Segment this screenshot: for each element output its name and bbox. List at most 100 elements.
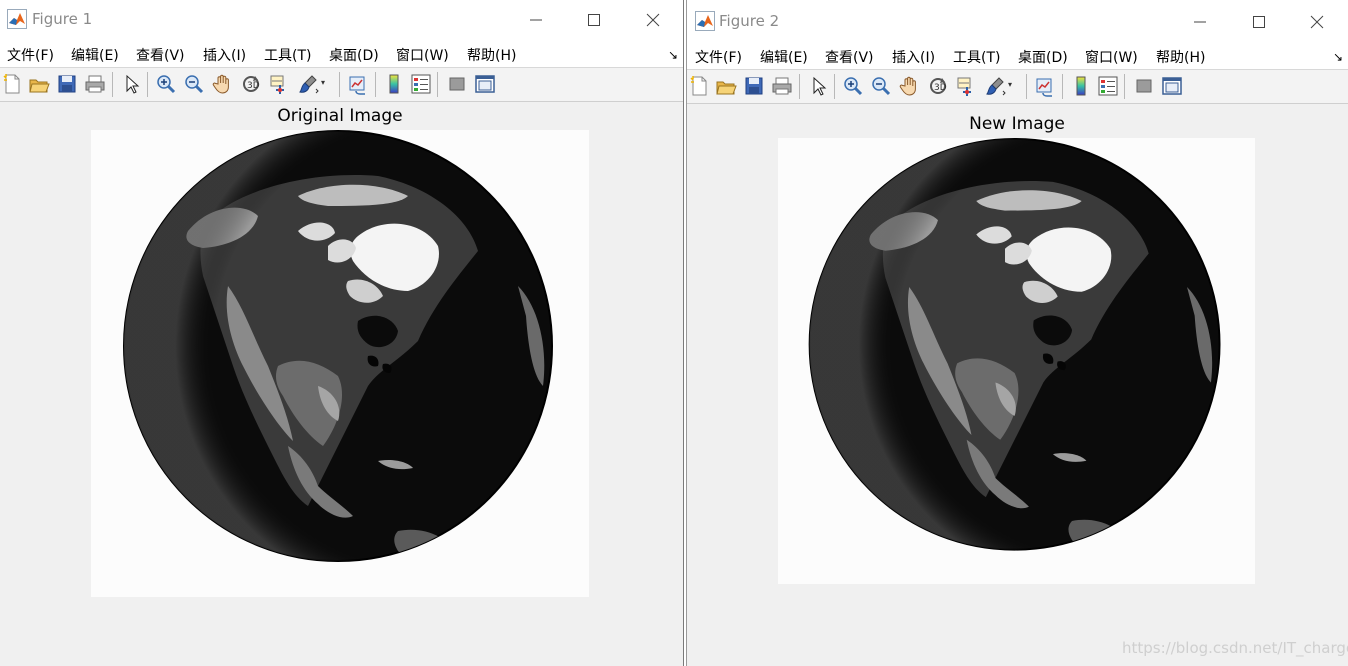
hide-plot-tools-button[interactable] bbox=[446, 73, 468, 95]
save-button[interactable] bbox=[56, 73, 78, 95]
brush-button[interactable] bbox=[984, 75, 1006, 97]
close-icon bbox=[646, 13, 660, 27]
close-button[interactable] bbox=[1294, 8, 1340, 36]
print-button[interactable] bbox=[84, 73, 106, 95]
menu-file[interactable]: 文件(F) bbox=[7, 45, 54, 65]
brush-dropdown-icon[interactable]: ▾ bbox=[1008, 80, 1012, 89]
menu-bar: 文件(F) 编辑(E) 查看(V) 插入(I) 工具(T) 桌面(D) 窗口(W… bbox=[687, 42, 1348, 70]
zoom-out-button[interactable] bbox=[183, 73, 205, 95]
menu-tools[interactable]: 工具(T) bbox=[953, 47, 1000, 67]
menu-insert[interactable]: 插入(I) bbox=[203, 45, 246, 65]
show-plot-tools-button[interactable] bbox=[474, 73, 496, 95]
hide-plot-tools-button[interactable] bbox=[1133, 75, 1155, 97]
dock-arrow-icon[interactable]: ↘ bbox=[1333, 50, 1343, 64]
colorbar-button[interactable] bbox=[383, 73, 405, 95]
minimize-button[interactable] bbox=[513, 6, 559, 34]
open-file-icon bbox=[29, 79, 50, 93]
colorbar-icon bbox=[389, 74, 399, 94]
image-axes[interactable] bbox=[91, 130, 589, 597]
show-plot-tools-icon bbox=[1162, 77, 1182, 95]
svg-text:3D: 3D bbox=[934, 83, 947, 93]
pan-hand-icon bbox=[899, 76, 916, 96]
new-figure-button[interactable] bbox=[688, 75, 710, 97]
select-arrow-button[interactable] bbox=[121, 73, 143, 95]
zoom-out-icon bbox=[872, 77, 891, 96]
brush-button[interactable] bbox=[297, 73, 319, 95]
figure-toolbar: 3D ▾ bbox=[0, 68, 683, 102]
select-arrow-icon bbox=[813, 76, 827, 96]
menu-window[interactable]: 窗口(W) bbox=[1085, 47, 1138, 67]
rotate-3d-button[interactable]: 3D bbox=[240, 73, 262, 95]
menu-help[interactable]: 帮助(H) bbox=[467, 45, 516, 65]
print-icon bbox=[85, 75, 105, 93]
toolbar-separator bbox=[1062, 74, 1063, 99]
save-icon bbox=[745, 77, 763, 95]
toolbar-separator bbox=[799, 74, 800, 99]
link-plot-button[interactable] bbox=[347, 73, 369, 95]
figure-toolbar: 3D ▾ bbox=[687, 70, 1348, 104]
select-arrow-icon bbox=[126, 74, 140, 94]
hide-plot-tools-icon bbox=[1136, 79, 1152, 93]
colorbar-button[interactable] bbox=[1070, 75, 1092, 97]
pan-hand-button[interactable] bbox=[211, 73, 233, 95]
menu-view[interactable]: 查看(V) bbox=[825, 47, 874, 67]
dock-arrow-icon[interactable]: ↘ bbox=[668, 48, 678, 62]
zoom-in-button[interactable] bbox=[155, 73, 177, 95]
menu-edit[interactable]: 编辑(E) bbox=[760, 47, 808, 67]
menu-help[interactable]: 帮助(H) bbox=[1156, 47, 1205, 67]
image-axes[interactable] bbox=[778, 138, 1255, 584]
window-title: Figure 2 bbox=[719, 12, 780, 30]
rotate-3d-button[interactable]: 3D bbox=[927, 75, 949, 97]
open-file-button[interactable] bbox=[28, 73, 50, 95]
rotate-3d-icon: 3D bbox=[930, 78, 947, 94]
data-cursor-icon bbox=[957, 77, 971, 96]
axes-title: Original Image bbox=[277, 106, 403, 126]
matlab-logo-icon bbox=[695, 11, 715, 31]
pan-hand-button[interactable] bbox=[898, 75, 920, 97]
menu-desktop[interactable]: 桌面(D) bbox=[329, 45, 379, 65]
zoom-in-icon bbox=[844, 77, 863, 96]
close-button[interactable] bbox=[630, 6, 676, 34]
title-bar[interactable]: Figure 2 bbox=[687, 0, 1348, 42]
menu-insert[interactable]: 插入(I) bbox=[892, 47, 935, 67]
maximize-icon bbox=[1253, 16, 1265, 28]
legend-button[interactable] bbox=[1097, 75, 1119, 97]
menu-window[interactable]: 窗口(W) bbox=[396, 45, 449, 65]
data-cursor-button[interactable] bbox=[268, 73, 290, 95]
maximize-button[interactable] bbox=[571, 6, 617, 34]
zoom-in-button[interactable] bbox=[842, 75, 864, 97]
show-plot-tools-button[interactable] bbox=[1161, 75, 1183, 97]
data-cursor-button[interactable] bbox=[955, 75, 977, 97]
new-figure-icon bbox=[3, 74, 20, 94]
menu-desktop[interactable]: 桌面(D) bbox=[1018, 47, 1068, 67]
earth-image bbox=[808, 138, 1221, 551]
open-file-button[interactable] bbox=[715, 75, 737, 97]
title-bar[interactable]: Figure 1 bbox=[0, 0, 683, 40]
earth-image bbox=[123, 130, 553, 562]
matlab-logo-icon bbox=[7, 9, 27, 29]
link-plot-button[interactable] bbox=[1034, 75, 1056, 97]
toolbar-separator bbox=[147, 72, 148, 97]
toolbar-separator bbox=[834, 74, 835, 99]
link-plot-icon bbox=[1036, 78, 1052, 97]
save-button[interactable] bbox=[743, 75, 765, 97]
print-button[interactable] bbox=[771, 75, 793, 97]
select-arrow-button[interactable] bbox=[808, 75, 830, 97]
brush-dropdown-icon[interactable]: ▾ bbox=[321, 78, 325, 87]
zoom-out-icon bbox=[185, 75, 204, 94]
toolbar-separator bbox=[1026, 74, 1027, 99]
hide-plot-tools-icon bbox=[449, 77, 465, 91]
legend-button[interactable] bbox=[410, 73, 432, 95]
axes-title: New Image bbox=[969, 114, 1065, 134]
menu-tools[interactable]: 工具(T) bbox=[264, 45, 311, 65]
menu-edit[interactable]: 编辑(E) bbox=[71, 45, 119, 65]
figure-1-window: Figure 1 文件(F) 编辑(E) 查看(V) 插入(I) 工具(T) 桌… bbox=[0, 0, 684, 666]
minimize-button[interactable] bbox=[1177, 8, 1223, 36]
new-figure-button[interactable] bbox=[1, 73, 23, 95]
menu-file[interactable]: 文件(F) bbox=[695, 47, 742, 67]
zoom-out-button[interactable] bbox=[870, 75, 892, 97]
toolbar-separator bbox=[375, 72, 376, 97]
menu-view[interactable]: 查看(V) bbox=[136, 45, 185, 65]
maximize-button[interactable] bbox=[1236, 8, 1282, 36]
open-file-icon bbox=[716, 81, 737, 95]
